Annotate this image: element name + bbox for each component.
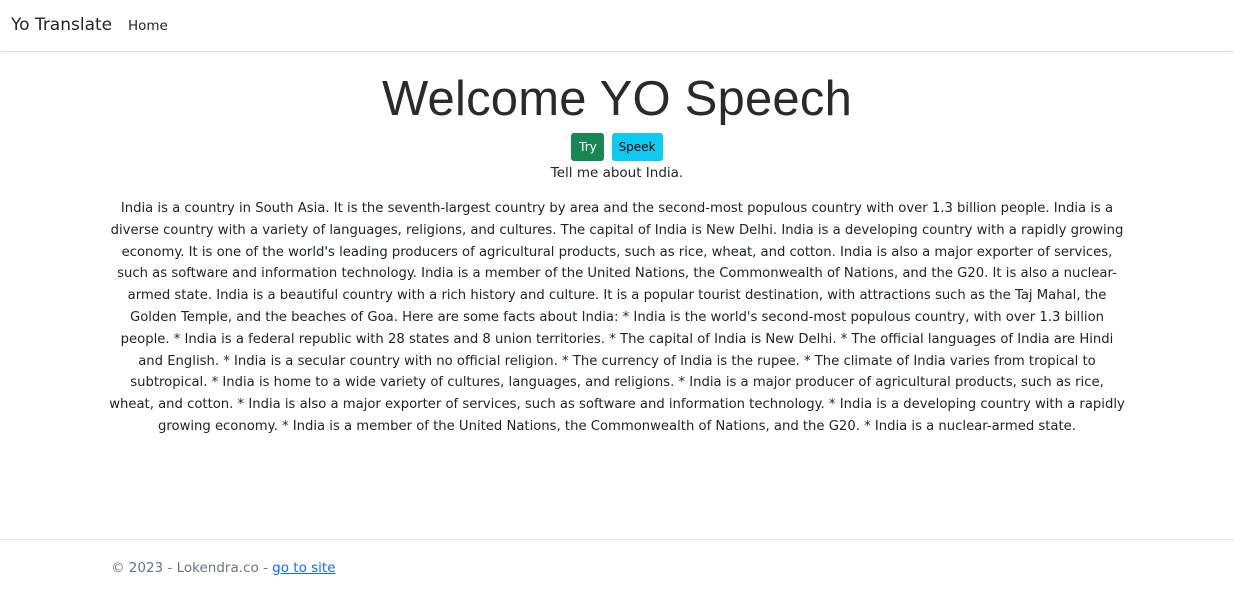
speek-button[interactable]: Speek xyxy=(611,133,663,161)
footer-text: © 2023 - Lokendra.co - go to site xyxy=(111,560,336,576)
brand-link[interactable]: Yo Translate xyxy=(11,15,112,35)
try-button[interactable]: Try xyxy=(571,133,605,161)
page-title: Welcome YO Speech xyxy=(381,72,853,126)
copyright-text: © 2023 - Lokendra.co - xyxy=(111,560,273,576)
answer-text: India is a country in South Asia. It is … xyxy=(109,201,1125,434)
go-to-site-link[interactable]: go to site xyxy=(272,560,335,576)
prompt-text: Tell me about India. xyxy=(550,165,684,181)
nav-home-link[interactable]: Home xyxy=(128,18,168,34)
page-footer: © 2023 - Lokendra.co - go to site xyxy=(0,539,1234,595)
top-navbar: Yo Translate Home xyxy=(0,0,1234,52)
main-content: Welcome YO Speech Try Speek Tell me abou… xyxy=(0,52,1234,438)
action-buttons: Try Speek xyxy=(0,133,1234,161)
